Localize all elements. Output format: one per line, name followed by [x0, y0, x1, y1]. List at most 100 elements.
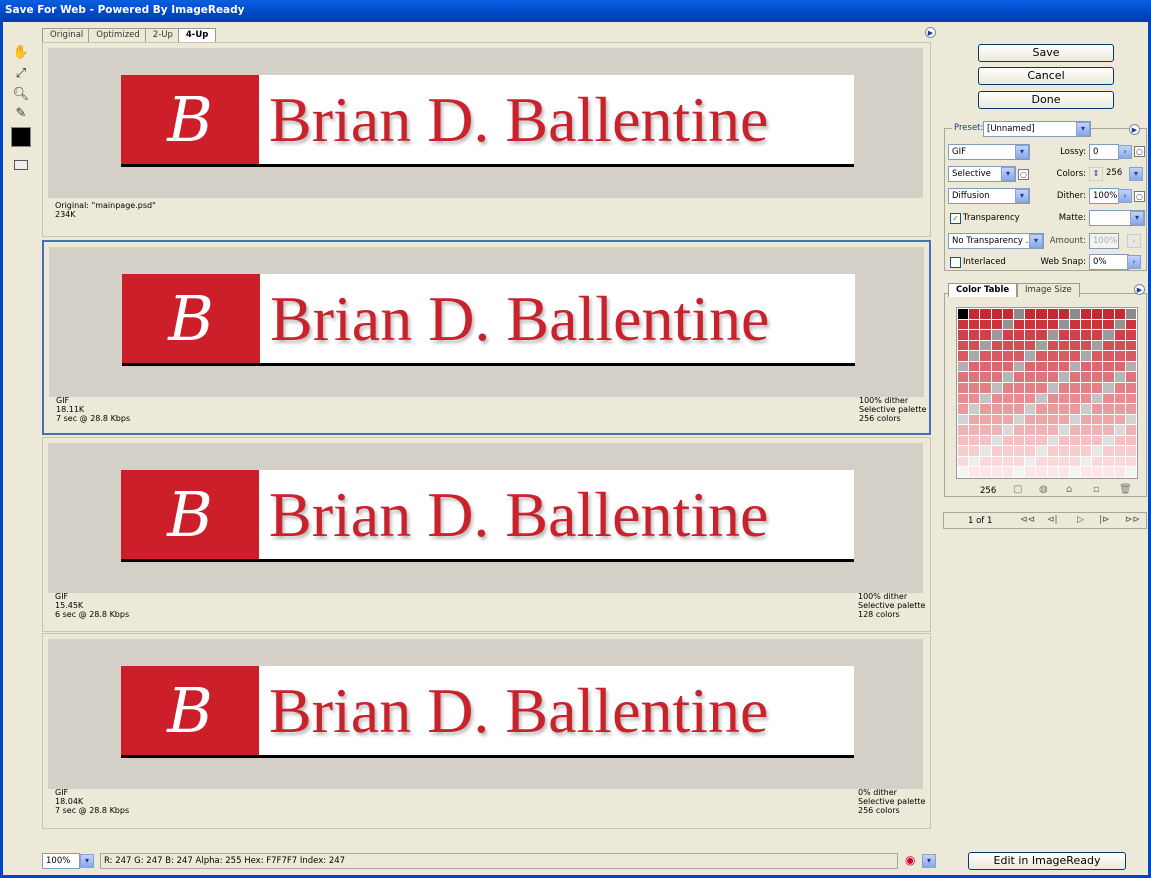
color-swatch[interactable] — [1002, 414, 1013, 425]
color-swatch[interactable] — [980, 330, 991, 340]
color-swatch[interactable] — [1036, 414, 1047, 425]
color-swatch[interactable] — [1058, 456, 1069, 467]
color-swatch[interactable] — [1002, 351, 1013, 361]
color-swatch[interactable] — [991, 435, 1002, 446]
color-swatch[interactable] — [1013, 467, 1025, 477]
color-swatch[interactable] — [1103, 404, 1114, 414]
color-swatch[interactable] — [1025, 467, 1036, 477]
cancel-button[interactable]: Cancel — [978, 67, 1114, 85]
color-swatch[interactable] — [980, 456, 991, 467]
color-swatch[interactable] — [980, 467, 991, 477]
color-swatch[interactable] — [1047, 425, 1058, 435]
zoom-select[interactable]: 100% — [42, 853, 80, 869]
color-swatch[interactable] — [1002, 425, 1013, 435]
colors-input[interactable]: 256 — [1103, 166, 1131, 182]
color-swatch[interactable] — [991, 319, 1002, 330]
weighted-optimize-icon[interactable]: ○ — [1134, 146, 1145, 157]
color-swatch[interactable] — [1103, 351, 1114, 361]
tab-4up[interactable]: 4-Up — [177, 28, 217, 42]
color-swatch[interactable] — [969, 340, 980, 351]
color-swatch[interactable] — [1069, 393, 1081, 404]
lock-color-icon[interactable]: ◍ — [1039, 484, 1048, 495]
color-swatch[interactable] — [1092, 414, 1103, 425]
color-swatch[interactable] — [958, 361, 969, 372]
color-swatch[interactable] — [1013, 404, 1025, 414]
color-swatch[interactable] — [1025, 414, 1036, 425]
color-swatch[interactable] — [1092, 393, 1103, 404]
color-swatch[interactable] — [958, 351, 969, 361]
tab-optimized[interactable]: Optimized — [88, 28, 148, 42]
color-swatch[interactable] — [1092, 309, 1103, 319]
color-swatch[interactable] — [969, 319, 980, 330]
color-swatch[interactable] — [1058, 467, 1069, 477]
color-swatch[interactable] — [1036, 351, 1047, 361]
preview-browser-icon[interactable]: ◉ — [905, 853, 915, 867]
color-swatch[interactable] — [1058, 330, 1069, 340]
color-swatch[interactable] — [1013, 425, 1025, 435]
chevron-down-icon[interactable]: ▾ — [1129, 167, 1143, 181]
color-swatch[interactable] — [991, 361, 1002, 372]
color-swatch[interactable] — [1125, 309, 1136, 319]
color-swatch[interactable] — [1058, 351, 1069, 361]
color-swatch[interactable] — [980, 351, 991, 361]
color-swatch[interactable] — [1114, 435, 1125, 446]
prev-frame-icon[interactable]: ⊲| — [1047, 515, 1058, 525]
color-swatch[interactable] — [1047, 309, 1058, 319]
color-swatch[interactable] — [1002, 330, 1013, 340]
color-swatch[interactable] — [1047, 372, 1058, 382]
color-swatch[interactable] — [991, 414, 1002, 425]
color-swatch[interactable] — [1125, 330, 1136, 340]
color-swatch[interactable] — [980, 309, 991, 319]
color-swatch[interactable] — [1103, 340, 1114, 351]
color-swatch[interactable] — [1081, 361, 1092, 372]
color-swatch[interactable] — [1092, 351, 1103, 361]
toggle-slices-icon[interactable] — [10, 155, 32, 175]
color-swatch[interactable] — [1058, 340, 1069, 351]
color-swatch[interactable] — [1036, 456, 1047, 467]
color-swatch[interactable] — [1114, 404, 1125, 414]
color-swatch[interactable] — [1081, 340, 1092, 351]
color-swatch[interactable] — [1036, 372, 1047, 382]
view-pane-original[interactable]: B Brian D. Ballentine Original: "mainpage… — [42, 42, 931, 237]
color-swatch[interactable] — [1125, 404, 1136, 414]
color-swatch[interactable] — [1058, 425, 1069, 435]
color-swatch[interactable] — [1058, 382, 1069, 393]
color-swatch[interactable] — [1069, 361, 1081, 372]
color-swatch[interactable] — [969, 456, 980, 467]
weighted-optimize-icon[interactable]: ○ — [1018, 169, 1029, 180]
color-swatch[interactable] — [1002, 382, 1013, 393]
color-swatch[interactable] — [958, 393, 969, 404]
color-swatch[interactable] — [1114, 372, 1125, 382]
color-swatch[interactable] — [1058, 414, 1069, 425]
color-swatch[interactable] — [991, 404, 1002, 414]
color-swatch[interactable] — [1092, 319, 1103, 330]
color-swatch[interactable] — [1002, 372, 1013, 382]
color-swatch[interactable] — [969, 372, 980, 382]
color-swatch[interactable] — [1069, 446, 1081, 456]
color-swatch[interactable] — [1047, 446, 1058, 456]
color-swatch[interactable] — [1069, 319, 1081, 330]
color-swatch[interactable] — [1013, 435, 1025, 446]
color-swatch[interactable] — [1092, 382, 1103, 393]
tab-original[interactable]: Original — [42, 28, 92, 42]
view-pane-optimized-1[interactable]: B Brian D. Ballentine GIF 18.11K 7 sec @ 28… — [42, 240, 931, 435]
color-swatch[interactable] — [1058, 435, 1069, 446]
color-swatch[interactable] — [969, 393, 980, 404]
color-swatch[interactable] — [1058, 446, 1069, 456]
color-swatch[interactable] — [1013, 351, 1025, 361]
color-swatch[interactable] — [969, 309, 980, 319]
color-swatch[interactable] — [1092, 372, 1103, 382]
color-swatch[interactable] — [980, 425, 991, 435]
color-swatch[interactable] — [1025, 330, 1036, 340]
color-swatch[interactable] — [1025, 309, 1036, 319]
color-swatch[interactable] — [958, 435, 969, 446]
color-swatch[interactable] — [1125, 361, 1136, 372]
weighted-optimize-icon[interactable]: ○ — [1134, 191, 1145, 202]
color-swatch[interactable] — [1069, 425, 1081, 435]
preset-select[interactable]: [Unnamed] — [983, 121, 1091, 137]
color-swatch[interactable] — [991, 393, 1002, 404]
color-swatch[interactable] — [1047, 393, 1058, 404]
edit-in-imageready-button[interactable]: Edit in ImageReady — [968, 852, 1126, 870]
color-swatch[interactable] — [1025, 393, 1036, 404]
color-swatch[interactable] — [1081, 351, 1092, 361]
